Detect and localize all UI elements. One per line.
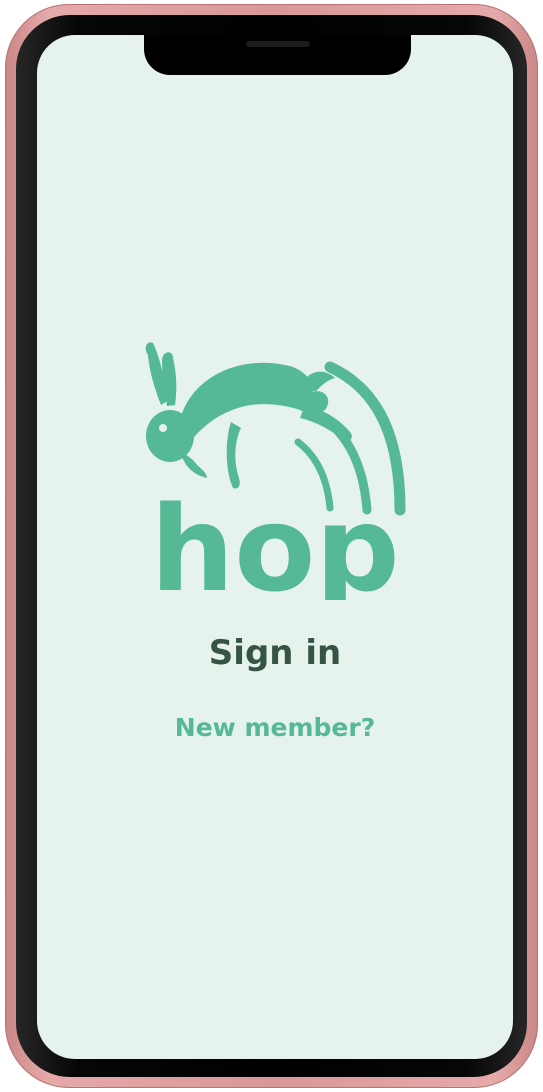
camera-notch [144, 35, 411, 75]
sign-in-button[interactable]: Sign in [37, 633, 513, 673]
app-screen: hop Sign in New member? [37, 35, 513, 1059]
speaker-grille [246, 41, 310, 47]
rabbit-logo-icon: hop [145, 342, 406, 600]
new-member-link[interactable]: New member? [37, 713, 513, 742]
hop-wordmark: hop [150, 480, 400, 600]
hop-logo: hop [135, 310, 425, 600]
